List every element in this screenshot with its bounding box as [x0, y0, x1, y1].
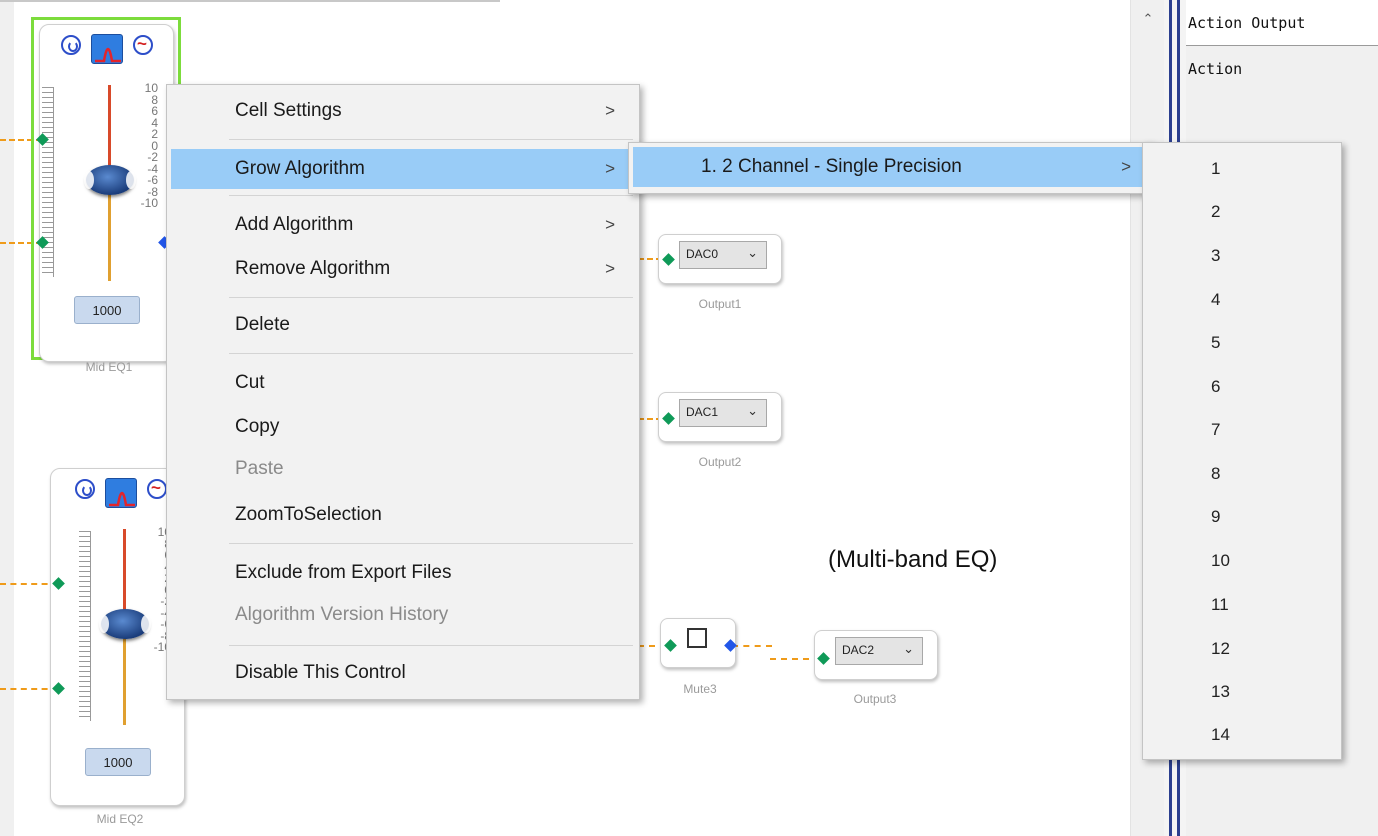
menu-separator — [229, 353, 633, 354]
menu-item-remove-algorithm[interactable]: Remove Algorithm > — [171, 249, 635, 289]
pane-title: Action Output — [1188, 14, 1306, 32]
count-item[interactable]: 3 — [1147, 234, 1337, 277]
count-item[interactable]: 5 — [1147, 321, 1337, 364]
frequency-value[interactable]: 1000 — [74, 296, 140, 324]
eq-block-body: 1086420-2-4-6-8-10 1000 — [39, 24, 174, 362]
chevron-right-icon: > — [605, 159, 615, 178]
wave-icon[interactable] — [147, 478, 167, 499]
menu-item-algorithm-version-history[interactable]: Algorithm Version History — [171, 595, 635, 635]
count-item[interactable]: 13 — [1147, 670, 1337, 713]
count-item[interactable]: 6 — [1147, 365, 1337, 408]
power-icon[interactable] — [75, 479, 95, 499]
menu-separator — [229, 195, 633, 196]
menu-item-disable-this-control[interactable]: Disable This Control — [171, 653, 635, 693]
menu-item-add-algorithm[interactable]: Add Algorithm > — [171, 205, 635, 245]
pane-header: Action Output — [1186, 0, 1378, 46]
count-item[interactable]: 14 — [1147, 713, 1337, 756]
menu-separator — [229, 645, 633, 646]
gain-knob[interactable] — [84, 165, 136, 195]
frequency-value[interactable]: 1000 — [85, 748, 151, 776]
wave-icon[interactable] — [133, 34, 153, 55]
block-title: Mute3 — [683, 682, 717, 696]
column-label-action: Action — [1188, 60, 1243, 78]
eq-block-mid-eq1[interactable]: 1086420-2-4-6-8-10 1000 Mid EQ1 — [31, 17, 181, 374]
menu-item-copy[interactable]: Copy — [171, 407, 635, 447]
dac-select[interactable]: DAC1 ⌄ — [679, 399, 767, 427]
block-title: Output3 — [853, 692, 897, 706]
menu-item-2-channel-single-precision[interactable]: 1. 2 Channel - Single Precision > — [633, 147, 1147, 187]
chevron-down-icon: ⌄ — [747, 245, 758, 260]
menu-separator — [229, 297, 633, 298]
count-item[interactable]: 11 — [1147, 583, 1337, 626]
menu-item-paste[interactable]: Paste — [171, 449, 635, 489]
instance-count-submenu: 1 2 3 4 5 6 7 8 9 10 11 12 13 14 — [1142, 142, 1342, 760]
chevron-right-icon: > — [605, 101, 615, 120]
canvas-left-edge — [0, 0, 14, 836]
block-title: Mid EQ1 — [85, 360, 133, 374]
wire — [732, 645, 772, 647]
block-title: Output2 — [698, 455, 742, 469]
context-menu: Cell Settings > Grow Algorithm > Add Algor… — [166, 84, 640, 700]
menu-item-exclude-from-export[interactable]: Exclude from Export Files — [171, 553, 635, 593]
chevron-right-icon: > — [605, 259, 615, 278]
wire — [770, 658, 820, 660]
count-item[interactable]: 1 — [1147, 147, 1337, 190]
power-icon[interactable] — [61, 35, 81, 55]
chevron-right-icon: > — [605, 215, 615, 234]
menu-item-cell-settings[interactable]: Cell Settings > — [171, 91, 635, 131]
scale-numbers: 1086420-2-4-6-8-10 — [140, 81, 158, 210]
block-title: Mid EQ2 — [96, 812, 144, 826]
peak-filter-icon[interactable] — [105, 478, 137, 508]
count-item[interactable]: 12 — [1147, 627, 1337, 670]
peak-filter-icon[interactable] — [91, 34, 123, 64]
count-item[interactable]: 4 — [1147, 278, 1337, 321]
count-item[interactable]: 2 — [1147, 190, 1337, 233]
scroll-up-arrow-icon[interactable]: ⌃ — [1139, 10, 1157, 28]
scale-ticks — [79, 531, 91, 721]
count-item[interactable]: 7 — [1147, 408, 1337, 451]
chevron-down-icon: ⌄ — [903, 641, 914, 656]
menu-item-grow-algorithm[interactable]: Grow Algorithm > — [171, 149, 635, 189]
menu-item-delete[interactable]: Delete — [171, 305, 635, 345]
grow-algorithm-submenu: 1. 2 Channel - Single Precision > — [628, 142, 1152, 194]
gain-knob[interactable] — [99, 609, 151, 639]
count-item[interactable]: 8 — [1147, 452, 1337, 495]
menu-item-cut[interactable]: Cut — [171, 363, 635, 403]
menu-item-zoom-to-selection[interactable]: ZoomToSelection — [171, 495, 635, 535]
scale-ticks — [42, 87, 54, 277]
block-title: Output1 — [698, 297, 742, 311]
output-block-output1[interactable]: DAC0 ⌄ — [658, 234, 782, 284]
annotation-text: (Multi-band EQ) — [828, 546, 998, 573]
canvas-top-edge — [0, 0, 500, 2]
eq-block-body: 1086420-2-4-6-8-10 1000 — [50, 468, 185, 806]
dac-select[interactable]: DAC2 ⌄ — [835, 637, 923, 665]
dac-select[interactable]: DAC0 ⌄ — [679, 241, 767, 269]
chevron-right-icon: > — [1121, 157, 1131, 176]
chevron-down-icon: ⌄ — [747, 403, 758, 418]
count-item[interactable]: 10 — [1147, 539, 1337, 582]
mute-checkbox[interactable] — [687, 628, 707, 648]
menu-separator — [229, 543, 633, 544]
output-block-output2[interactable]: DAC1 ⌄ — [658, 392, 782, 442]
count-item[interactable]: 9 — [1147, 495, 1337, 538]
output-block-output3[interactable]: DAC2 ⌄ — [814, 630, 938, 680]
menu-separator — [229, 139, 633, 140]
